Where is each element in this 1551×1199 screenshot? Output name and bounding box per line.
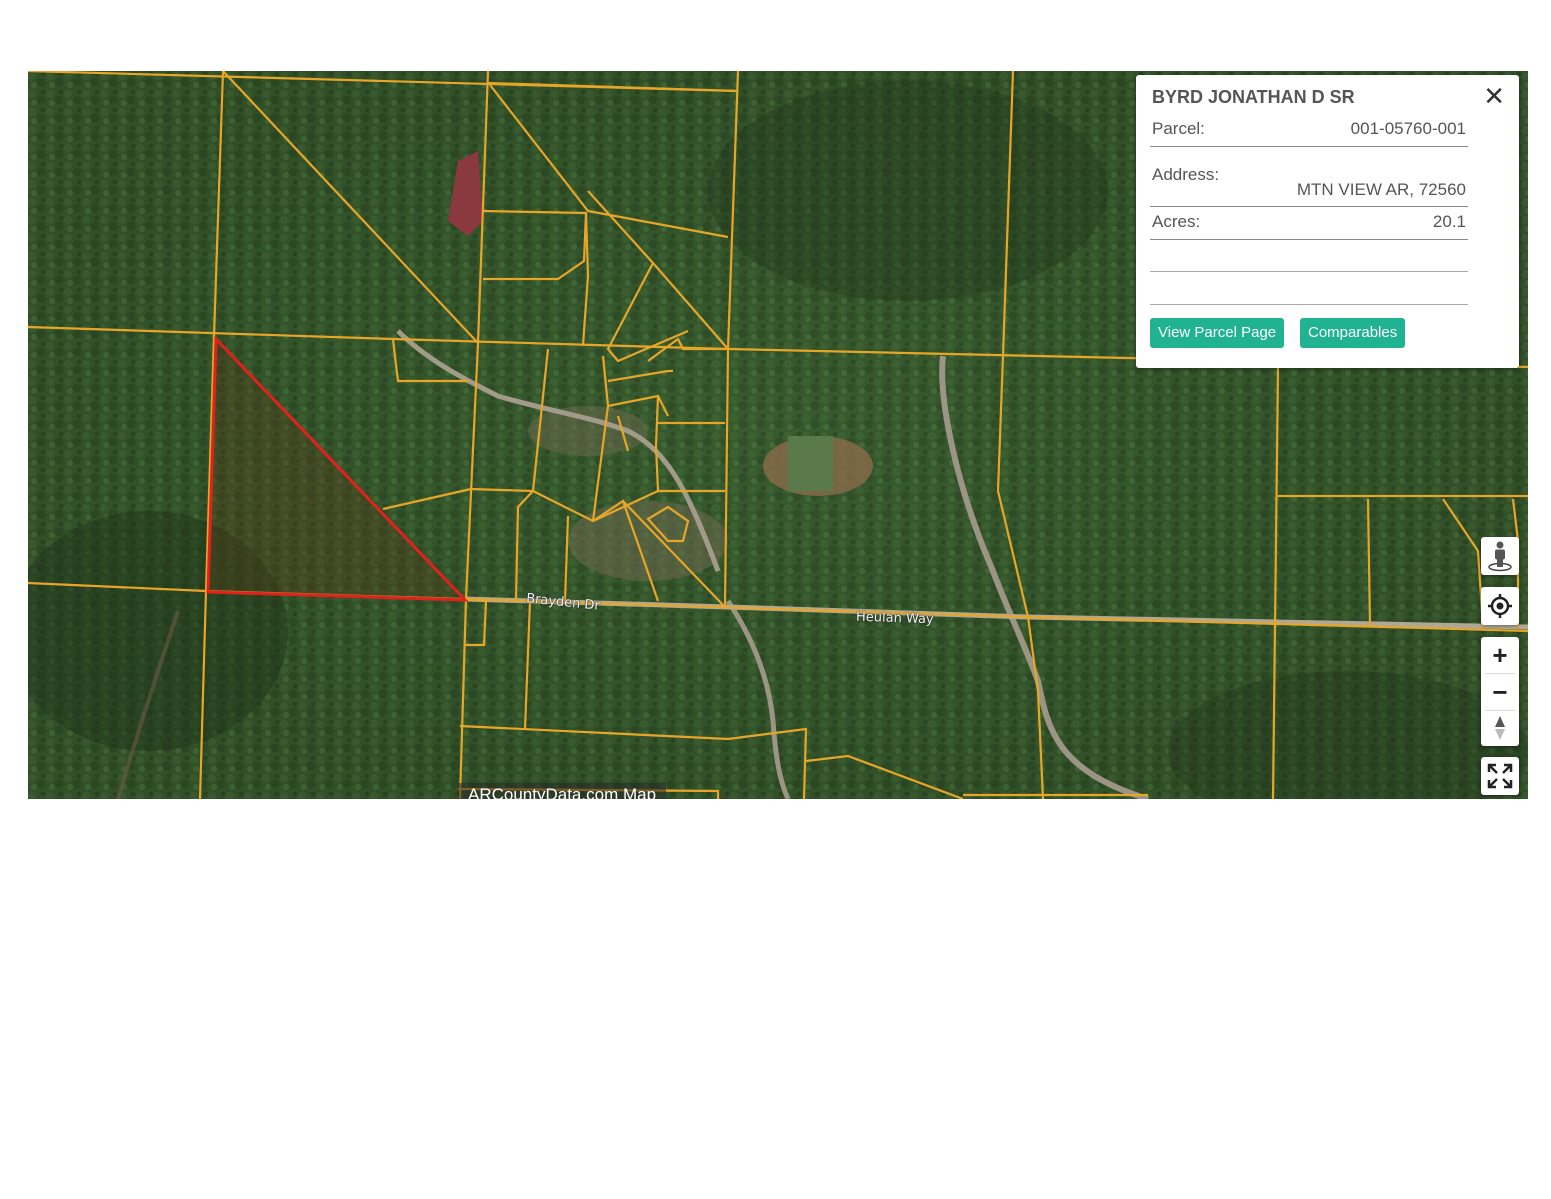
map-watermark: ARCountyData.com Map — [458, 783, 667, 799]
zoom-out-button[interactable]: − — [1481, 674, 1519, 710]
locate-button[interactable] — [1481, 587, 1519, 625]
zoom-controls: + − — [1481, 637, 1519, 746]
fullscreen-button[interactable] — [1481, 757, 1519, 795]
blank-row-2 — [1150, 272, 1468, 305]
owner-name: BYRD JONATHAN D SR — [1152, 87, 1355, 107]
pegman-icon — [1488, 541, 1512, 572]
crosshair-icon — [1488, 594, 1512, 618]
view-parcel-page-button[interactable]: View Parcel Page — [1150, 318, 1285, 348]
compass-icon — [1495, 716, 1505, 740]
parcel-value: 001-05760-001 — [1350, 119, 1466, 138]
parcel-row: Parcel: 001-05760-001 — [1150, 115, 1468, 147]
acres-value: 20.1 — [1432, 212, 1466, 231]
address-row: Address: MTN VIEW AR, 72560 — [1150, 147, 1468, 207]
comparables-button[interactable]: Comparables — [1300, 318, 1406, 348]
parcel-popup: ✕ BYRD JONATHAN D SR Parcel: 001-05760-0… — [1136, 75, 1519, 368]
address-value: MTN VIEW AR, 72560 — [1296, 180, 1466, 199]
acres-label: Acres: — [1152, 212, 1201, 231]
zoom-in-button[interactable]: + — [1481, 637, 1519, 673]
parcel-label: Parcel: — [1152, 119, 1205, 138]
road-label-heulan: Heulan Way — [855, 609, 934, 628]
blank-row-1 — [1150, 240, 1468, 272]
compass-button[interactable] — [1481, 710, 1519, 746]
close-icon[interactable]: ✕ — [1483, 81, 1505, 111]
fullscreen-icon — [1487, 763, 1513, 789]
acres-row: Acres: 20.1 — [1150, 207, 1468, 240]
address-label: Address: — [1152, 165, 1220, 184]
street-view-button[interactable] — [1481, 537, 1519, 575]
